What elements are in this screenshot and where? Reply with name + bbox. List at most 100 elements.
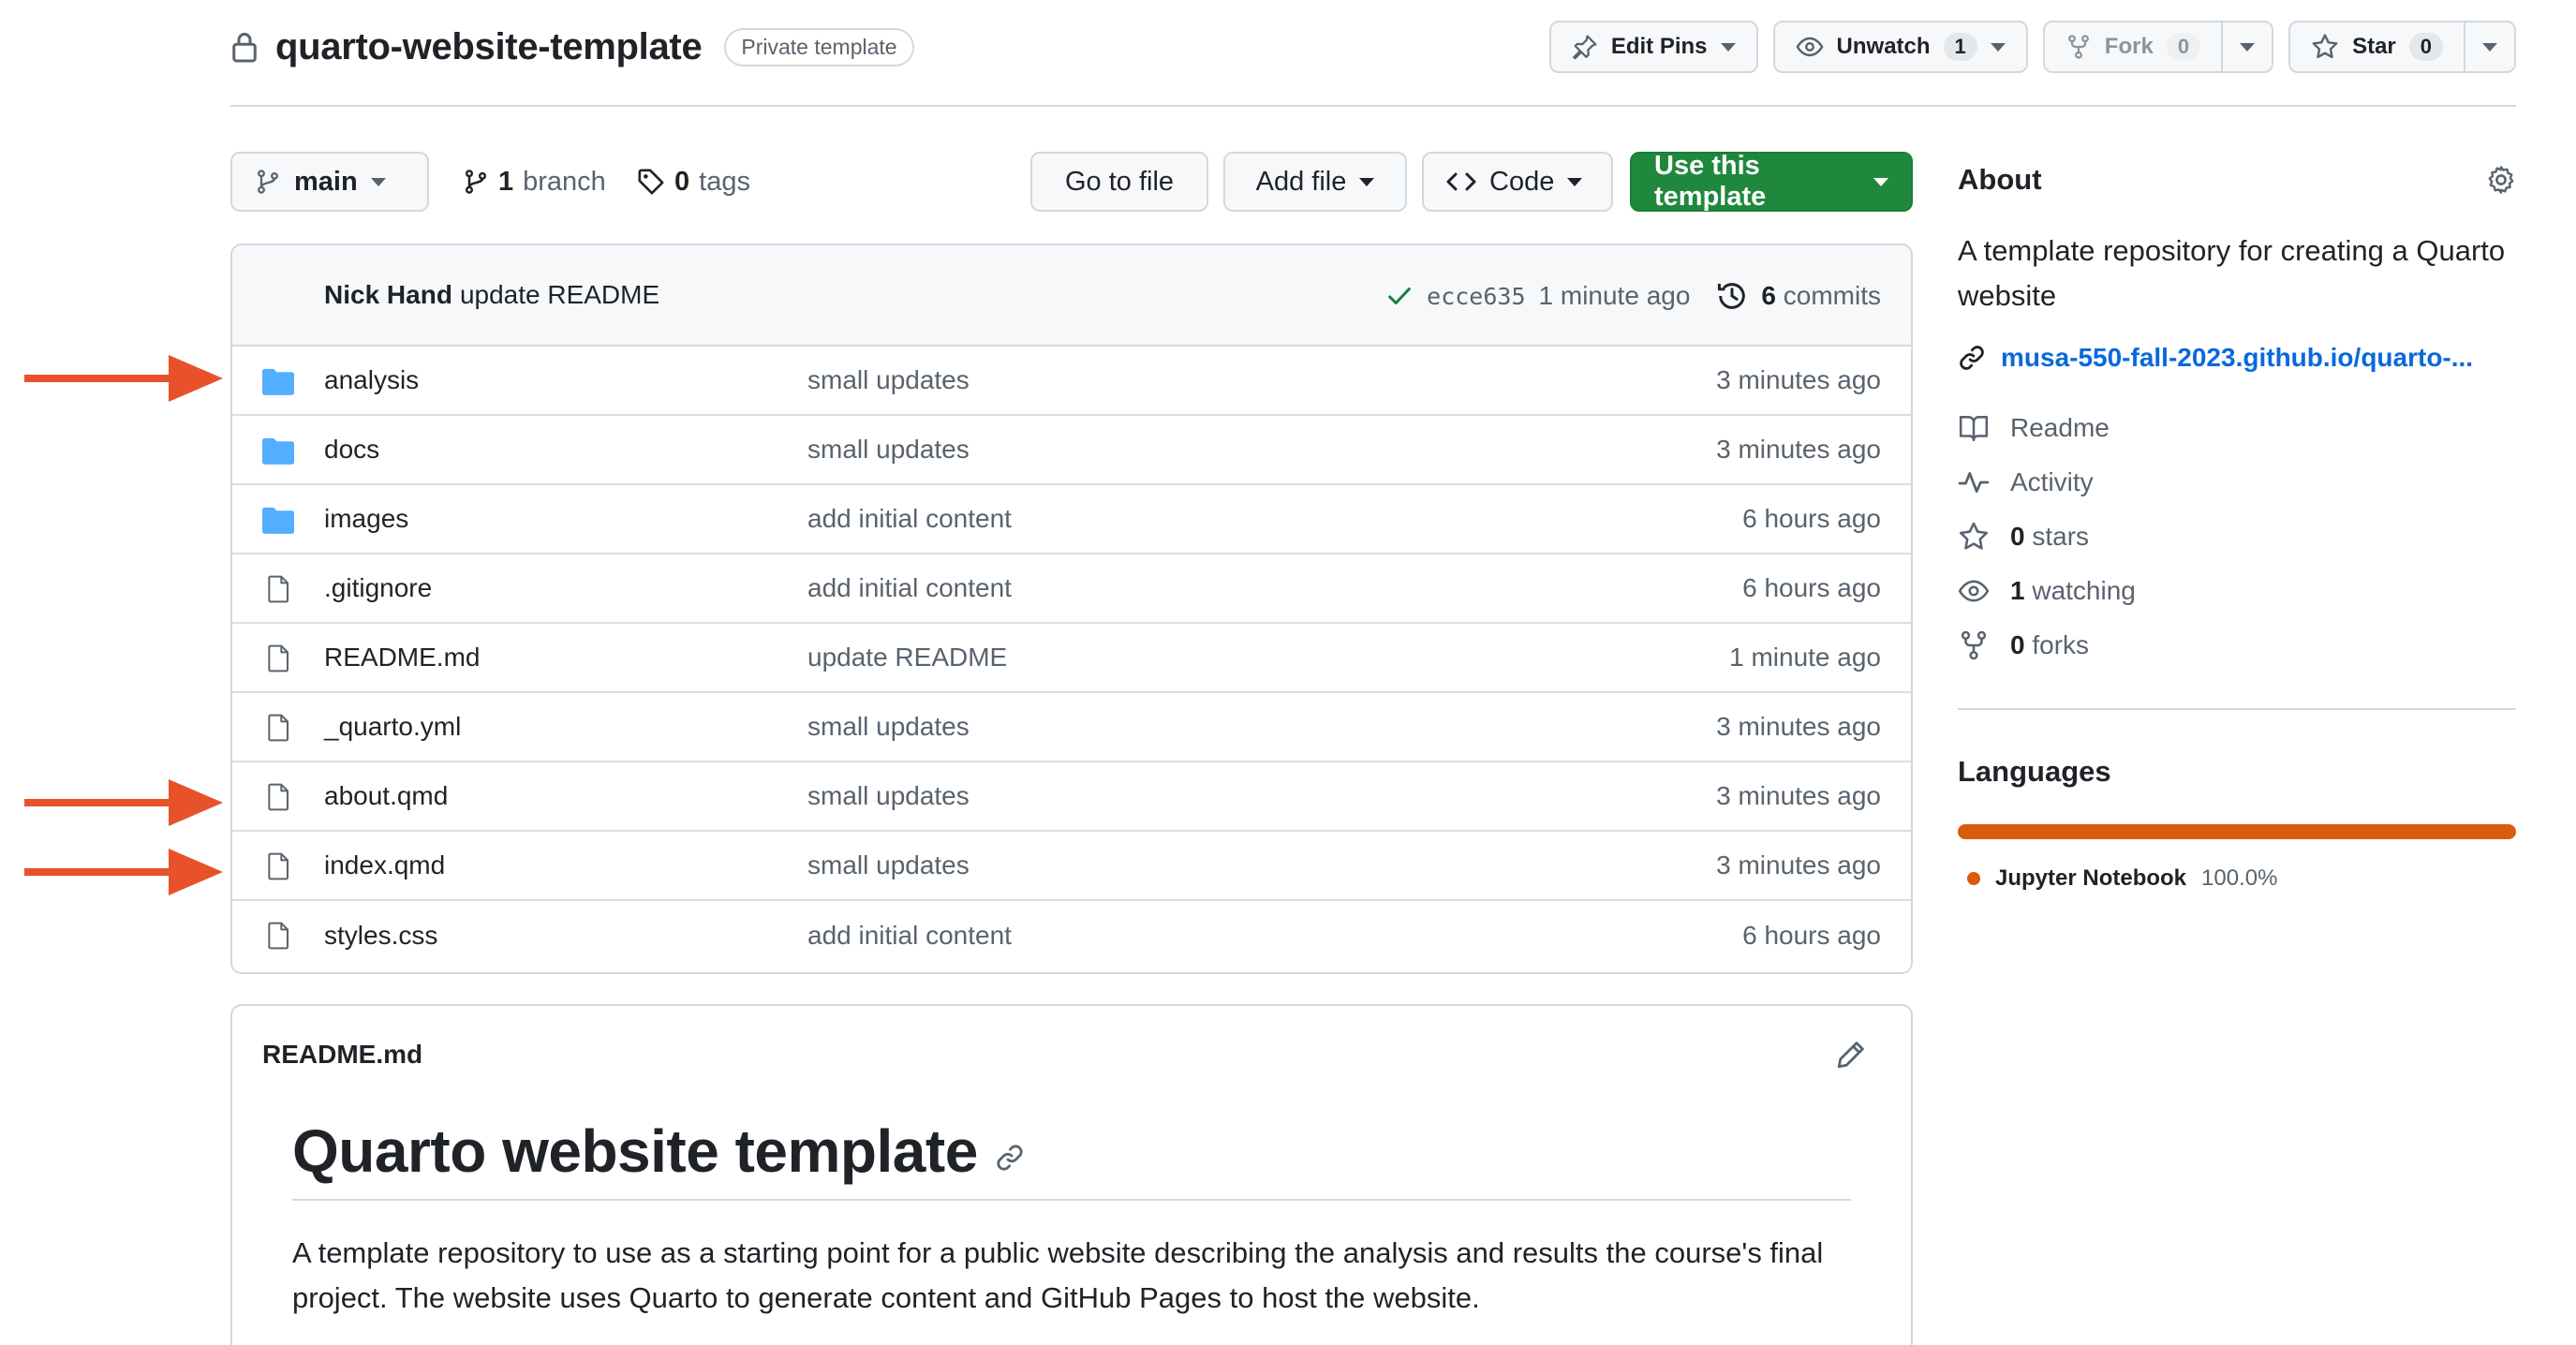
- file-row[interactable]: docs small updates 3 minutes ago: [232, 416, 1911, 485]
- check-icon[interactable]: [1385, 282, 1414, 310]
- chevron-down-icon: [370, 177, 386, 186]
- file-name[interactable]: analysis: [324, 365, 419, 395]
- chevron-down-icon: [2240, 42, 2256, 52]
- latest-commit-bar: Nick Hand update README ecce635 1 minute…: [232, 245, 1911, 347]
- edit-pins-button[interactable]: Edit Pins: [1548, 21, 1758, 73]
- file-icon: [268, 852, 289, 880]
- pulse-icon: [1958, 472, 1990, 493]
- file-name[interactable]: index.qmd: [324, 850, 445, 880]
- stars-link[interactable]: 0 stars: [1958, 510, 2516, 564]
- file-row[interactable]: README.md update README 1 minute ago: [232, 624, 1911, 693]
- go-to-file-button[interactable]: Go to file: [1030, 152, 1208, 212]
- file-commit-message[interactable]: small updates: [807, 712, 970, 742]
- repo-name[interactable]: quarto-website-template: [275, 26, 703, 68]
- star-label: Star: [2352, 34, 2396, 59]
- file-age: 1 minute ago: [1729, 643, 1881, 672]
- folder-icon: [262, 368, 294, 395]
- file-row[interactable]: about.qmd small updates 3 minutes ago: [232, 762, 1911, 832]
- file-name[interactable]: styles.css: [324, 921, 437, 951]
- branch-select-button[interactable]: main: [230, 152, 429, 212]
- repo-header: quarto-website-template Private template…: [230, 21, 2516, 86]
- language-item[interactable]: Jupyter Notebook 100.0%: [1958, 865, 2516, 892]
- readme-paragraph: A template repository to use as a starti…: [292, 1236, 1824, 1314]
- eye-icon: [1958, 580, 1990, 602]
- file-name[interactable]: .gitignore: [324, 573, 432, 603]
- readme-filename[interactable]: README.md: [262, 1040, 422, 1070]
- link-icon[interactable]: [995, 1143, 1025, 1173]
- commits-link[interactable]: 6 commits: [1761, 281, 1881, 311]
- annotation-arrow-about-qmd: [24, 779, 223, 826]
- readme-link[interactable]: Readme: [1958, 401, 2516, 455]
- use-template-label: Use this template: [1654, 151, 1767, 212]
- languages-title: Languages: [1958, 755, 2111, 788]
- file-name[interactable]: README.md: [324, 643, 480, 672]
- tags-count: 0: [674, 166, 690, 197]
- file-commit-message[interactable]: small updates: [807, 365, 970, 395]
- tag-icon: [638, 169, 664, 195]
- forks-link[interactable]: 0 forks: [1958, 618, 2516, 672]
- unwatch-button[interactable]: Unwatch 1: [1772, 21, 2028, 73]
- star-button[interactable]: Star 0: [2288, 21, 2516, 73]
- pin-icon: [1572, 35, 1597, 60]
- file-age: 6 hours ago: [1742, 573, 1881, 602]
- chevron-down-icon: [1720, 42, 1736, 52]
- file-age: 3 minutes ago: [1716, 850, 1881, 879]
- gear-icon[interactable]: [2486, 165, 2516, 195]
- website-link[interactable]: musa-550-fall-2023.github.io/quarto-...: [1958, 343, 2516, 373]
- use-this-template-button[interactable]: Use this template: [1630, 151, 1913, 212]
- commit-author[interactable]: Nick Hand: [324, 280, 452, 310]
- watching-link[interactable]: 1 watching: [1958, 564, 2516, 618]
- add-file-label: Add file: [1255, 166, 1347, 197]
- unwatch-label: Unwatch: [1836, 34, 1931, 59]
- header-divider: [230, 105, 2516, 107]
- add-file-button[interactable]: Add file: [1223, 152, 1407, 212]
- annotation-arrow-index-qmd: [24, 849, 223, 895]
- file-name[interactable]: docs: [324, 435, 379, 465]
- edit-pins-label: Edit Pins: [1610, 34, 1708, 59]
- readme-heading-text: Quarto website template: [292, 1117, 978, 1185]
- website-link-text[interactable]: musa-550-fall-2023.github.io/quarto-...: [2001, 343, 2473, 373]
- file-commit-message[interactable]: update README: [807, 643, 1007, 672]
- file-age: 6 hours ago: [1742, 504, 1881, 533]
- file-row[interactable]: analysis small updates 3 minutes ago: [232, 347, 1911, 416]
- file-icon: [268, 644, 289, 672]
- commit-sha[interactable]: ecce635: [1427, 283, 1525, 310]
- go-to-file-label: Go to file: [1064, 166, 1175, 197]
- file-commit-message[interactable]: add initial content: [807, 921, 1012, 951]
- fork-button[interactable]: Fork 0: [2042, 21, 2274, 73]
- file-icon: [268, 714, 289, 742]
- commit-message[interactable]: update README: [460, 280, 659, 310]
- readme-heading: Quarto website template: [292, 1103, 1851, 1201]
- file-commit-message[interactable]: small updates: [807, 435, 970, 465]
- star-dropdown[interactable]: [2464, 22, 2514, 71]
- file-row[interactable]: _quarto.yml small updates 3 minutes ago: [232, 693, 1911, 762]
- code-button[interactable]: Code: [1422, 152, 1613, 212]
- file-commit-message[interactable]: small updates: [807, 781, 970, 811]
- file-commit-message[interactable]: small updates: [807, 850, 970, 880]
- file-row[interactable]: images add initial content 6 hours ago: [232, 485, 1911, 554]
- commits-count: 6: [1761, 281, 1776, 310]
- folder-icon: [262, 437, 294, 465]
- file-commit-message[interactable]: add initial content: [807, 504, 1012, 534]
- header-actions: Edit Pins Unwatch 1 Fork 0 Star 0: [1548, 21, 2516, 73]
- fork-icon: [2067, 35, 2089, 59]
- file-row[interactable]: .gitignore add initial content 6 hours a…: [232, 554, 1911, 624]
- file-commit-message[interactable]: add initial content: [807, 573, 1012, 603]
- file-icon: [268, 575, 289, 603]
- fork-dropdown[interactable]: [2221, 22, 2272, 71]
- tags-link[interactable]: 0 tags: [637, 152, 750, 212]
- file-age: 3 minutes ago: [1716, 712, 1881, 741]
- file-name[interactable]: about.qmd: [324, 781, 448, 811]
- about-header: About: [1958, 152, 2516, 208]
- file-name[interactable]: images: [324, 504, 408, 534]
- branch-icon: [465, 170, 487, 194]
- file-age: 6 hours ago: [1742, 921, 1881, 950]
- activity-link[interactable]: Activity: [1958, 455, 2516, 510]
- file-age: 3 minutes ago: [1716, 781, 1881, 810]
- pencil-icon[interactable]: [1836, 1040, 1866, 1070]
- file-name[interactable]: _quarto.yml: [324, 712, 461, 742]
- file-row[interactable]: styles.css add initial content 6 hours a…: [232, 901, 1911, 970]
- branches-link[interactable]: 1 branch: [463, 152, 606, 212]
- file-row[interactable]: index.qmd small updates 3 minutes ago: [232, 832, 1911, 901]
- file-icon: [268, 783, 289, 811]
